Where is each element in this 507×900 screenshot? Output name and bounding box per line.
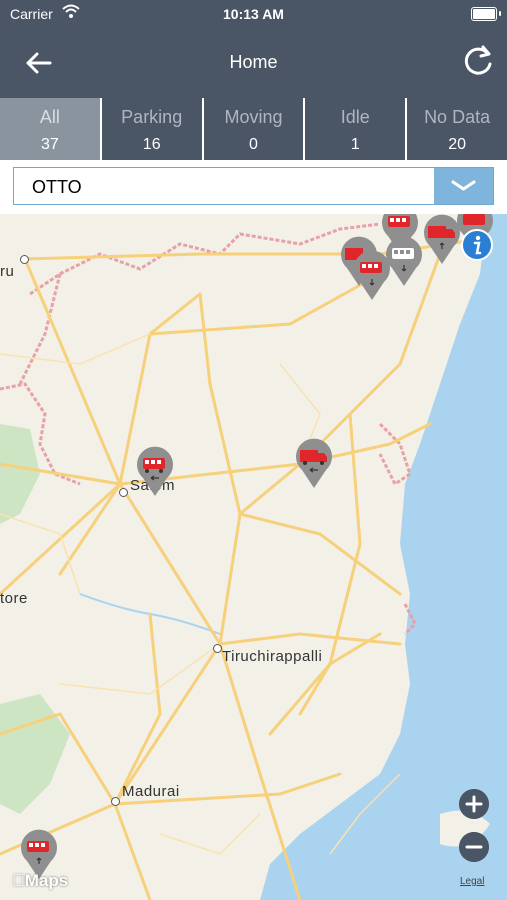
maps-attribution: Maps [12, 871, 68, 890]
tab-count: 16 [142, 136, 161, 153]
city-label-coimbatore: tore [0, 590, 28, 607]
nav-bar: Home [0, 28, 507, 98]
tab-label: Moving [224, 107, 283, 127]
tab-count: 20 [448, 136, 466, 153]
clock: 10:13 AM [223, 6, 284, 22]
page-title: Home [229, 52, 278, 72]
city-marker [20, 255, 29, 264]
battery-icon [471, 7, 497, 21]
vehicle-pin[interactable] [135, 446, 175, 498]
chevron-down-icon [451, 180, 476, 191]
tab-label: All [39, 107, 60, 127]
filter-bar: OTTO [0, 160, 507, 214]
tab-count: 37 [41, 136, 59, 153]
tab-no-data[interactable]: No Data 20 [407, 98, 507, 160]
tab-label: Idle [340, 107, 370, 127]
tab-count: 1 [350, 136, 360, 153]
city-label-bengaluru: ru [0, 263, 15, 280]
vehicle-pin[interactable] [352, 250, 392, 302]
apple-maps-logo: Maps [12, 871, 68, 891]
zoom-in-button[interactable] [459, 789, 489, 819]
dropdown-button[interactable] [434, 168, 493, 204]
vehicle-pin[interactable] [422, 214, 462, 266]
map-base [0, 214, 507, 900]
status-bar: Carrier 10:13 AM [0, 0, 507, 28]
company-select[interactable]: OTTO [13, 167, 494, 205]
tab-parking[interactable]: Parking 16 [101, 98, 202, 160]
zoom-out-button[interactable] [459, 832, 489, 862]
apple-logo-icon:  [12, 871, 25, 890]
tab-all[interactable]: All 37 [0, 98, 100, 160]
info-icon[interactable] [460, 228, 494, 262]
status-tabs: All 37 Parking 16 Moving 0 Idle 1 No Dat… [0, 98, 507, 160]
legal-link[interactable]: Legal [460, 876, 484, 887]
city-label-madurai: Madurai [122, 783, 180, 800]
refresh-button[interactable] [461, 44, 495, 78]
tab-label: No Data [424, 107, 491, 127]
city-label-tiruchirappalli: Tiruchirappalli [222, 648, 323, 665]
map-view[interactable]: ru Salem tore Tiruchirappalli Madurai [0, 214, 507, 900]
city-marker [213, 644, 222, 653]
vehicle-pin[interactable] [294, 438, 334, 490]
tab-count: 0 [249, 136, 258, 153]
tab-moving[interactable]: Moving 0 [203, 98, 304, 160]
city-marker [111, 797, 120, 806]
city-marker [119, 488, 128, 497]
tab-idle[interactable]: Idle 1 [305, 98, 406, 160]
tab-label: Parking [121, 107, 183, 127]
company-select-value: OTTO [32, 177, 82, 197]
